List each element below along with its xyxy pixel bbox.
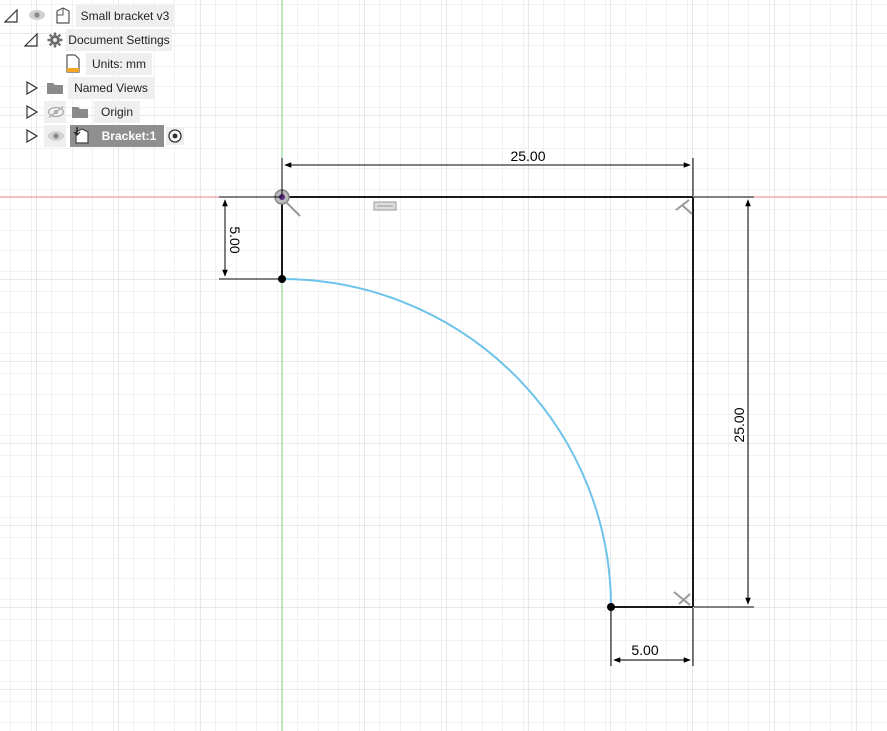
dimension-top-width-value[interactable]: 25.00	[510, 148, 545, 164]
tree-label-units[interactable]: Units: mm	[86, 53, 152, 75]
dimension-right-height-value[interactable]: 25.00	[731, 407, 747, 442]
tree-label-root[interactable]: Small bracket v3	[76, 5, 174, 27]
collapsed-triangle-icon[interactable]	[26, 129, 38, 143]
browser-tree: Small bracket v3 Document Settings Units…	[0, 0, 200, 150]
tree-label-named-views[interactable]: Named Views	[68, 77, 154, 99]
component-icon	[73, 127, 89, 144]
eye-hidden-icon[interactable]	[47, 105, 65, 119]
tree-item-document-settings[interactable]: Document Settings	[0, 29, 180, 51]
tree-item-named-views[interactable]: Named Views	[0, 77, 180, 99]
expanded-triangle-icon[interactable]	[4, 9, 18, 23]
document-icon	[56, 7, 70, 24]
tree-item-bracket[interactable]: Bracket:1	[0, 125, 190, 147]
folder-icon	[72, 107, 88, 118]
eye-icon[interactable]	[47, 130, 65, 142]
dimension-bottom-width-value[interactable]: 5.00	[631, 642, 658, 658]
tree-item-units[interactable]: Units: mm	[0, 53, 180, 75]
activate-radio-icon[interactable]	[166, 127, 184, 145]
collapsed-triangle-icon[interactable]	[26, 105, 38, 119]
expanded-triangle-icon[interactable]	[24, 33, 38, 47]
collapsed-triangle-icon[interactable]	[26, 81, 38, 95]
tree-item-origin[interactable]: Origin	[0, 101, 180, 123]
folder-icon	[47, 83, 63, 94]
tree-label-bracket[interactable]: Bracket:1	[96, 125, 162, 147]
units-document-icon	[66, 54, 80, 73]
dimension-left-height-value[interactable]: 5.00	[227, 226, 243, 253]
horizontal-constraint-icon[interactable]	[373, 201, 397, 211]
gear-icon	[47, 32, 63, 48]
tree-item-root[interactable]: Small bracket v3	[0, 5, 180, 27]
tree-label-origin[interactable]: Origin	[94, 101, 140, 123]
tree-label-document-settings[interactable]: Document Settings	[66, 29, 172, 51]
eye-icon[interactable]	[28, 9, 46, 21]
